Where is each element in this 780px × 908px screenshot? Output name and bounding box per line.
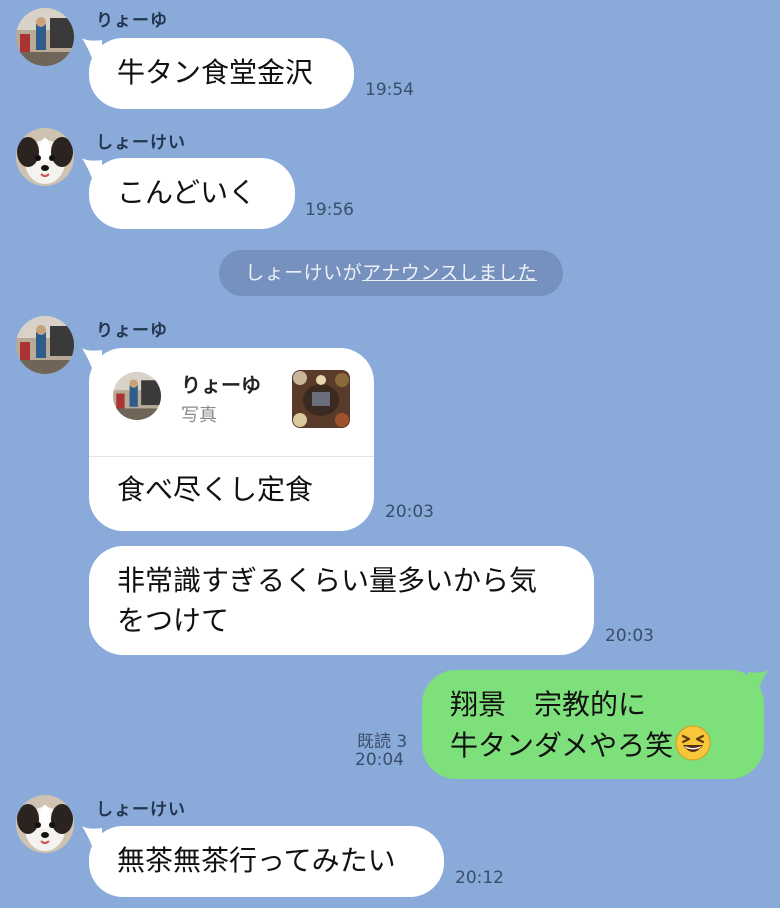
message-text: 牛タン食堂金沢 xyxy=(117,56,314,89)
message-time: 20:12 xyxy=(455,868,504,888)
message-text-line: をつけて xyxy=(117,604,230,637)
quote-type: 写真 xyxy=(181,405,217,426)
message-bubble[interactable]: こんどいく xyxy=(89,158,295,229)
avatar-ryoyu[interactable] xyxy=(16,8,74,66)
quote-divider xyxy=(89,456,374,457)
announcement-link[interactable]: アナウンスしました xyxy=(362,262,537,284)
message-time: 20:04 xyxy=(355,750,404,770)
message-time: 20:03 xyxy=(385,502,434,522)
sender-name: りょーゆ xyxy=(96,321,168,341)
sent-message-bubble[interactable]: 翔景 宗教的に 牛タンダメやろ笑 xyxy=(422,670,764,779)
grinning-squinting-face-emoji xyxy=(675,725,711,761)
avatar-shokei[interactable] xyxy=(16,795,74,853)
message-bubble[interactable]: 非常識すぎるくらい量多いから気 をつけて xyxy=(89,546,594,655)
sender-name: しょーけい xyxy=(96,133,186,153)
read-receipt: 既読 3 xyxy=(357,732,408,752)
message-bubble[interactable]: りょーゆ 写真 食べ尽くし定食 xyxy=(89,348,374,531)
message-text: 食べ尽くし定食 xyxy=(117,473,314,506)
message-text: 無茶無茶行ってみたい xyxy=(117,844,396,877)
quote-sender: りょーゆ xyxy=(181,373,261,397)
sender-name: しょーけい xyxy=(96,800,186,820)
message-bubble[interactable]: 牛タン食堂金沢 xyxy=(89,38,354,109)
quote-avatar xyxy=(113,372,161,420)
message-text: こんどいく xyxy=(117,176,257,209)
avatar-shokei[interactable] xyxy=(16,128,74,186)
message-text-line: 非常識すぎるくらい量多いから気 xyxy=(117,564,538,597)
message-time: 19:56 xyxy=(305,200,354,220)
message-time: 19:54 xyxy=(365,80,414,100)
announcement-notice: しょーけいがアナウンスしました xyxy=(219,250,563,296)
quoted-message[interactable]: りょーゆ 写真 xyxy=(89,348,374,456)
message-time: 20:03 xyxy=(605,626,654,646)
sender-name: りょーゆ xyxy=(96,11,168,31)
message-text-line: 牛タンダメやろ笑 xyxy=(450,729,674,762)
bubble-tail xyxy=(748,670,768,690)
photo-thumbnail[interactable] xyxy=(292,370,350,428)
avatar-ryoyu[interactable] xyxy=(16,316,74,374)
notice-text: しょーけいが xyxy=(245,262,363,284)
message-text-line: 翔景 宗教的に xyxy=(450,688,647,721)
message-bubble[interactable]: 無茶無茶行ってみたい xyxy=(89,826,444,897)
